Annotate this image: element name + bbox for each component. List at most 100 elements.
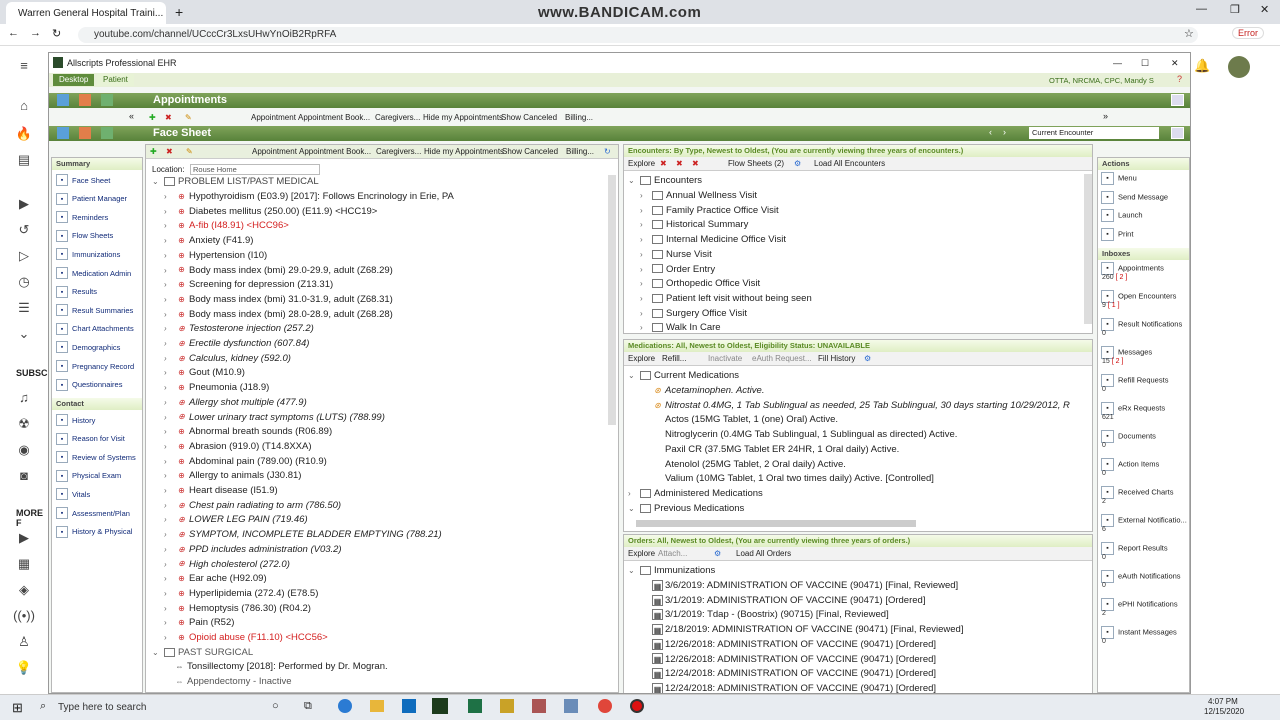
problem-row[interactable]: › ⊕ A-fib (I48.91) <HCC96> — [164, 219, 289, 234]
problem-row[interactable]: › ⊕ Anxiety (F41.9) — [164, 234, 253, 249]
show-canceled-button[interactable]: Show Canceled — [501, 113, 557, 122]
contact-item[interactable]: ▪ Assessment/Plan — [56, 504, 130, 522]
fs-appointment-book-button[interactable]: Appointment Book... — [299, 147, 371, 156]
caregivers-button[interactable]: Caregivers... — [375, 113, 420, 122]
current-medications-group[interactable]: ⌄ Current Medications — [628, 369, 739, 384]
expand-caret-icon[interactable]: › — [164, 616, 176, 631]
problem-row[interactable]: › ⊕ Hyperlipidemia (272.4) (E78.5) — [164, 587, 318, 602]
contact-item[interactable]: ▪ History & Physical — [56, 523, 132, 541]
encounter-type-row[interactable]: › Historical Summary — [640, 218, 748, 233]
record-icon[interactable] — [630, 699, 644, 713]
order-row[interactable]: ▦ 12/24/2018: ADMINISTRATION OF VACCINE (… — [652, 667, 936, 682]
inbox-item[interactable]: ▪ Instant Messages — [1101, 626, 1177, 639]
expand-caret-icon[interactable]: › — [164, 455, 176, 470]
ehr-minimize-icon[interactable]: — — [1113, 53, 1122, 73]
problem-row[interactable]: › ⊕ PPD includes administration (V03.2) — [164, 543, 342, 558]
problem-row[interactable]: › ⊕ Body mass index (bmi) 29.0-29.9, adult… — [164, 264, 393, 279]
medication-row[interactable]: Atenolol (25MG Tablet, 2 Oral daily) Act… — [652, 458, 846, 473]
fs-appointment-button[interactable]: Appointment — [252, 147, 297, 156]
inbox-item[interactable]: ▪ Action Items — [1101, 458, 1159, 471]
inactivate-button[interactable]: Inactivate — [708, 354, 742, 363]
problem-row[interactable]: › ⊕ Allergy to animals (J30.81) — [164, 469, 301, 484]
edge-icon[interactable] — [338, 699, 352, 713]
reload-icon[interactable]: ↻ — [52, 27, 61, 40]
encounters-scrollbar[interactable] — [1084, 174, 1092, 324]
expand-caret-icon[interactable]: › — [164, 513, 176, 528]
inbox-item[interactable]: ▪ Report Results — [1101, 542, 1168, 555]
edit-icon[interactable]: ✎ — [185, 113, 192, 122]
collapse-right-icon[interactable]: » — [1103, 111, 1108, 121]
fs-caregivers-button[interactable]: Caregivers... — [376, 147, 421, 156]
expand-caret-icon[interactable]: › — [640, 307, 652, 322]
inbox-item[interactable]: ▪ Received Charts — [1101, 486, 1173, 499]
delete-problem-icon[interactable]: ✖ — [166, 147, 173, 156]
refill-button[interactable]: Refill... — [662, 354, 686, 363]
expand-caret-icon[interactable]: › — [164, 484, 176, 499]
problem-row[interactable]: › ⊕ Erectile dysfunction (607.84) — [164, 337, 309, 352]
user-label[interactable]: OTTA, NRCMA, CPC, Mandy S — [1049, 76, 1154, 85]
home-nav-icon-2[interactable] — [57, 127, 69, 139]
medication-row[interactable]: Actos (15MG Tablet, 1 (one) Oral) Active… — [652, 413, 838, 428]
expand-caret-icon[interactable]: › — [164, 469, 176, 484]
browser-tab[interactable]: Warren General Hospital Traini... ✕ — [6, 2, 166, 24]
expand-caret-icon[interactable]: › — [164, 543, 176, 558]
grid-view-icon-2[interactable] — [1171, 127, 1184, 139]
expand-caret-icon[interactable]: › — [640, 218, 652, 233]
outlook-icon[interactable] — [402, 699, 416, 713]
encounters-root[interactable]: ⌄ Encounters — [628, 174, 702, 189]
medication-row[interactable]: Paxil CR (37.5MG Tablet ER 24HR, 1 Oral … — [652, 443, 899, 458]
url-field[interactable]: youtube.com/channel/UCccCr3LxsUHwYnOiB2R… — [78, 27, 1198, 43]
expand-caret-icon[interactable]: › — [164, 278, 176, 293]
med-settings-icon[interactable]: ⚙ — [864, 354, 871, 363]
problem-scrollbar[interactable] — [608, 175, 616, 425]
collapse-caret-icon[interactable]: ⌄ — [628, 369, 640, 384]
premium-icon[interactable]: ▶ — [12, 530, 36, 550]
encounter-select[interactable]: Current Encounter — [1029, 127, 1159, 139]
summary-item[interactable]: ▪ Result Summaries — [56, 301, 133, 319]
fs-hide-appointments-button[interactable]: Hide my Appointments — [424, 147, 504, 156]
contact-item[interactable]: ▪ Physical Exam — [56, 467, 121, 485]
learning-icon[interactable]: 💡 — [12, 660, 36, 680]
problem-row[interactable]: › ⊕ Hypothyroidism (E03.9) [2017]: Follows… — [164, 190, 454, 205]
ehr-close-icon[interactable]: ✕ — [1171, 53, 1179, 73]
problem-row[interactable]: › ⊕ Allergy shot multiple (477.9) — [164, 396, 307, 411]
problem-row[interactable]: › ⊕ Body mass index (bmi) 28.0-28.9, adult… — [164, 308, 393, 323]
encounter-type-row[interactable]: › Family Practice Office Visit — [640, 204, 779, 219]
movies-icon[interactable]: ▦ — [12, 556, 36, 576]
problem-row[interactable]: › ⊕ Body mass index (bmi) 31.0-31.9, adult… — [164, 293, 393, 308]
gaming-icon[interactable]: ◉ — [12, 442, 36, 462]
expand-caret-icon[interactable]: › — [640, 263, 652, 278]
enc-delete-icon[interactable]: ✖ — [660, 159, 667, 168]
history-icon[interactable]: ↺ — [12, 222, 36, 242]
problem-row[interactable]: › ⊕ Ear ache (H92.09) — [164, 572, 267, 587]
inbox-item[interactable]: ▪ External Notificatio... — [1101, 514, 1187, 527]
load-all-encounters-button[interactable]: Load All Encounters — [814, 159, 885, 168]
expand-caret-icon[interactable]: › — [164, 381, 176, 396]
hide-my-appointments-button[interactable]: Hide my Appointments — [423, 113, 503, 122]
add-icon[interactable]: ✚ — [149, 113, 156, 122]
enc-delete2-icon[interactable]: ✖ — [676, 159, 683, 168]
forward-arrow-icon[interactable]: › — [1003, 127, 1006, 137]
expand-caret-icon[interactable]: › — [164, 337, 176, 352]
expand-caret-icon[interactable]: › — [164, 558, 176, 573]
trending-icon[interactable]: 🔥 — [12, 126, 36, 146]
bookmark-star-icon[interactable]: ☆ — [1184, 27, 1194, 40]
collapse-caret-icon[interactable]: ⌄ — [628, 564, 640, 579]
summary-item[interactable]: ▪ Flow Sheets — [56, 227, 113, 245]
problem-row[interactable]: › ⊕ Abnormal breath sounds (R06.89) — [164, 425, 332, 440]
back-arrow-icon[interactable]: ‹ — [989, 127, 992, 137]
refresh-icon[interactable]: ↻ — [604, 147, 611, 156]
notifications-bell-icon[interactable]: 🔔 — [1194, 58, 1210, 74]
new-tab-button[interactable]: + — [175, 4, 183, 20]
news-icon[interactable]: ◙ — [12, 468, 36, 488]
summary-item[interactable]: ▪ Immunizations — [56, 245, 120, 263]
pro-app-icon[interactable] — [432, 698, 448, 714]
inbox-item[interactable]: ▪ eAuth Notifications — [1101, 570, 1181, 583]
fill-history-button[interactable]: Fill History — [818, 354, 855, 363]
restore-window-icon[interactable]: ❐ — [1230, 3, 1240, 16]
summary-item[interactable]: ▪ Pregnancy Record — [56, 357, 134, 375]
inbox-item[interactable]: ▪ Documents — [1101, 430, 1156, 443]
minimize-window-icon[interactable]: — — [1196, 3, 1207, 15]
problem-row[interactable]: › ⊕ Chest pain radiating to arm (786.50) — [164, 499, 341, 514]
problem-row[interactable]: › ⊕ Heart disease (I51.9) — [164, 484, 278, 499]
